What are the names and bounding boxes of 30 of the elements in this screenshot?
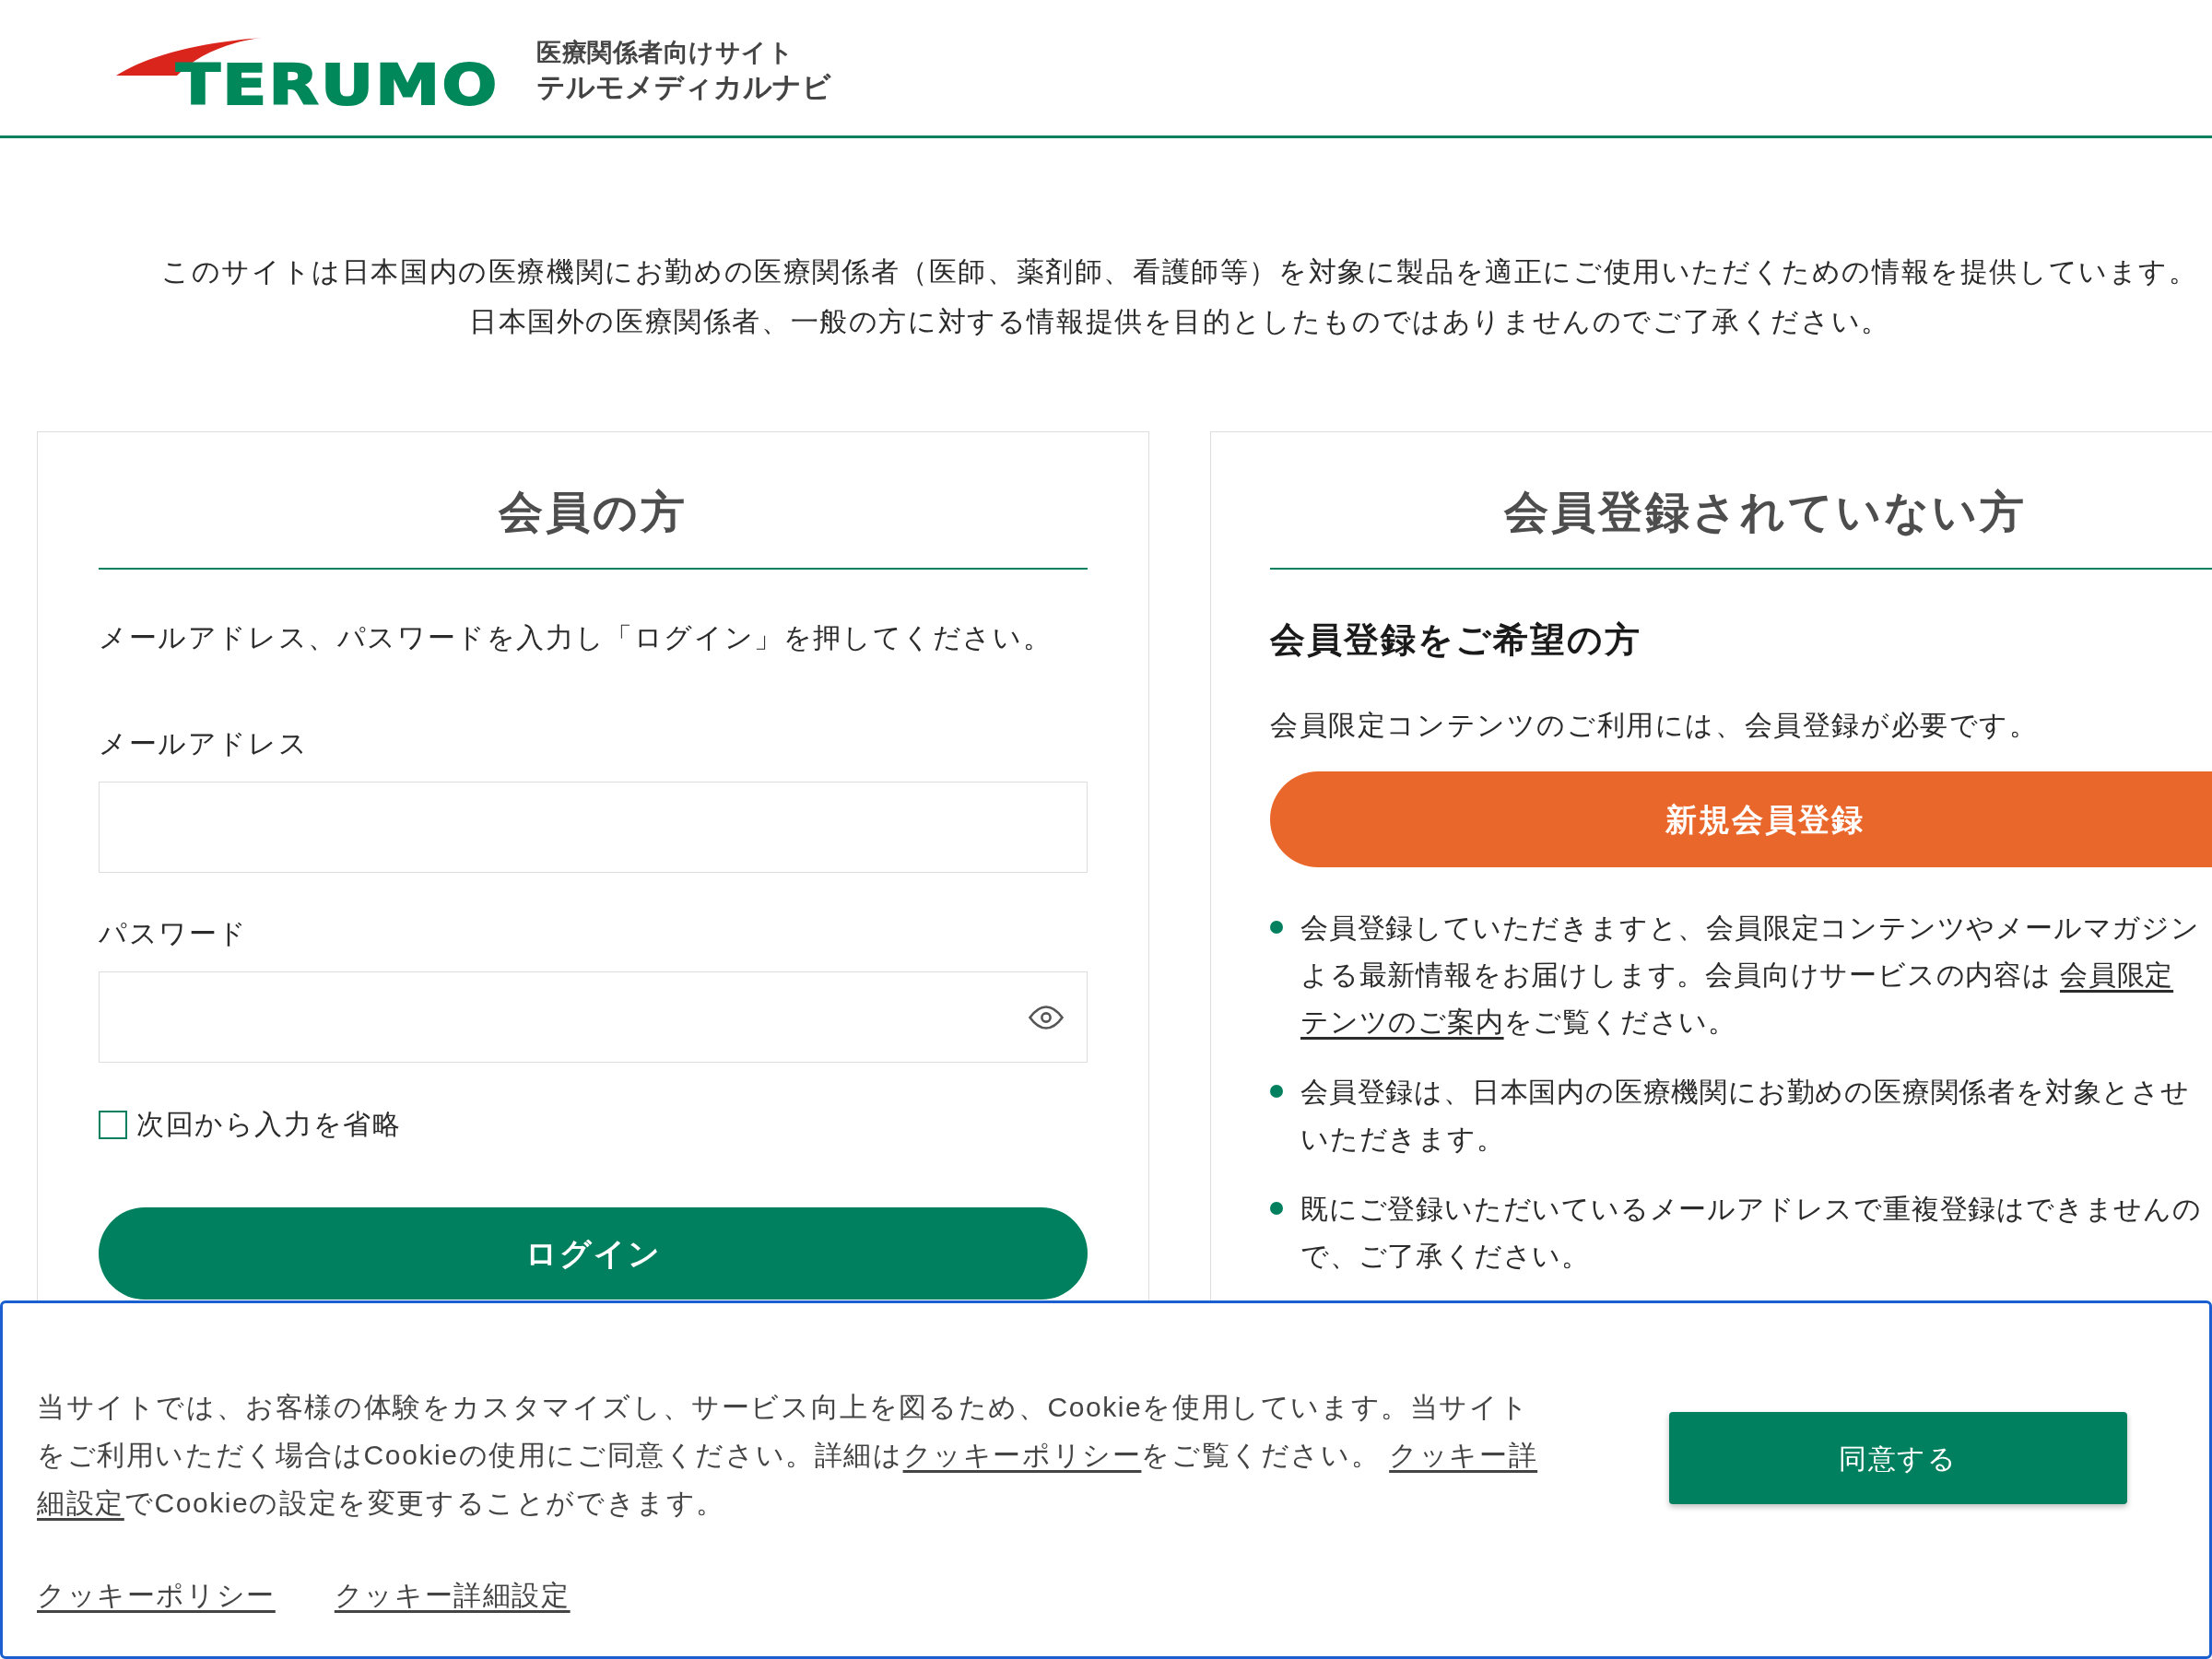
bullet-text: 会員登録は、日本国内の医療機関にお勤めの医療関係者を対象とさせ いただきます。 xyxy=(1300,1076,2190,1156)
eye-icon[interactable] xyxy=(1029,1005,1064,1030)
notice-text: 日本国外の医療関係者、一般の方に対する情報提供を目的としたものではありませんのでご了承ください。 xyxy=(469,305,1890,338)
link[interactable]: クッキー詳 xyxy=(1389,1440,1538,1470)
site-name: テルモメディカルナビ xyxy=(536,70,831,105)
section-heading: 会員登録をご希望の方 xyxy=(1270,619,1641,661)
panel-title: 会員登録されていない方 xyxy=(1503,487,2027,538)
input-field[interactable] xyxy=(99,782,1088,873)
checkbox[interactable] xyxy=(99,1110,127,1139)
logo-text: TERUMO xyxy=(176,57,500,112)
cookie-notice-text: 当サイトでは、お客様の体験をカスタマイズし、サービス向上を図るため、Cookieを使用しています。当サイト をご利用いただく場合はCookieの使用にご同意ください。詳細は クッキーポリシーをご覧ください。 クッキー詳 細設定でCookieの設定を変更することができます。 xyxy=(37,1391,1538,1520)
login-button[interactable]: ログイン xyxy=(99,1207,1088,1300)
field-label: パスワード xyxy=(99,917,248,950)
bullet-text: 既にご登録いただいているメールアドレスで重複登録はできませんの で、ご了承ください。 xyxy=(1300,1193,2202,1273)
link[interactable]: クッキー詳細設定 xyxy=(334,1571,571,1619)
site-tagline: 医療関係者向けサイト xyxy=(536,38,794,68)
link[interactable]: 会員限定 xyxy=(2059,959,2174,990)
bullet-text: 会員登録していただきますと、会員限定コンテンツやメールマガジン よる最新情報をお届けします。会員向けサービスの内容は 会員限定 テンツのご案内 をご覧ください。 xyxy=(1300,912,2200,1039)
accept-button[interactable]: 同意する xyxy=(1669,1412,2127,1504)
link[interactable]: 細設定 xyxy=(37,1488,124,1518)
checkbox-label[interactable]: 次回から入力を省略 xyxy=(136,1102,402,1147)
input-field[interactable] xyxy=(99,971,1088,1063)
link[interactable]: テンツのご案内 xyxy=(1300,1006,1504,1037)
description-text: 会員限定コンテンツのご利用には、会員登録が必要です。 xyxy=(1270,709,2039,742)
instruction-text: メールアドレス、パスワードを入力し「ログイン」を押してください。 xyxy=(99,621,1053,654)
panel-title: 会員の方 xyxy=(499,487,688,538)
link[interactable]: クッキーポリシー xyxy=(902,1440,1142,1470)
field-label: メールアドレス xyxy=(99,727,309,760)
notice-text: このサイトは日本国内の医療機関にお勤めの医療関係者（医師、薬剤師、看護師等）を対象に製品を適正にご使用いただくための情報を提供しています。 xyxy=(161,255,2198,288)
link[interactable]: クッキーポリシー xyxy=(37,1571,276,1619)
